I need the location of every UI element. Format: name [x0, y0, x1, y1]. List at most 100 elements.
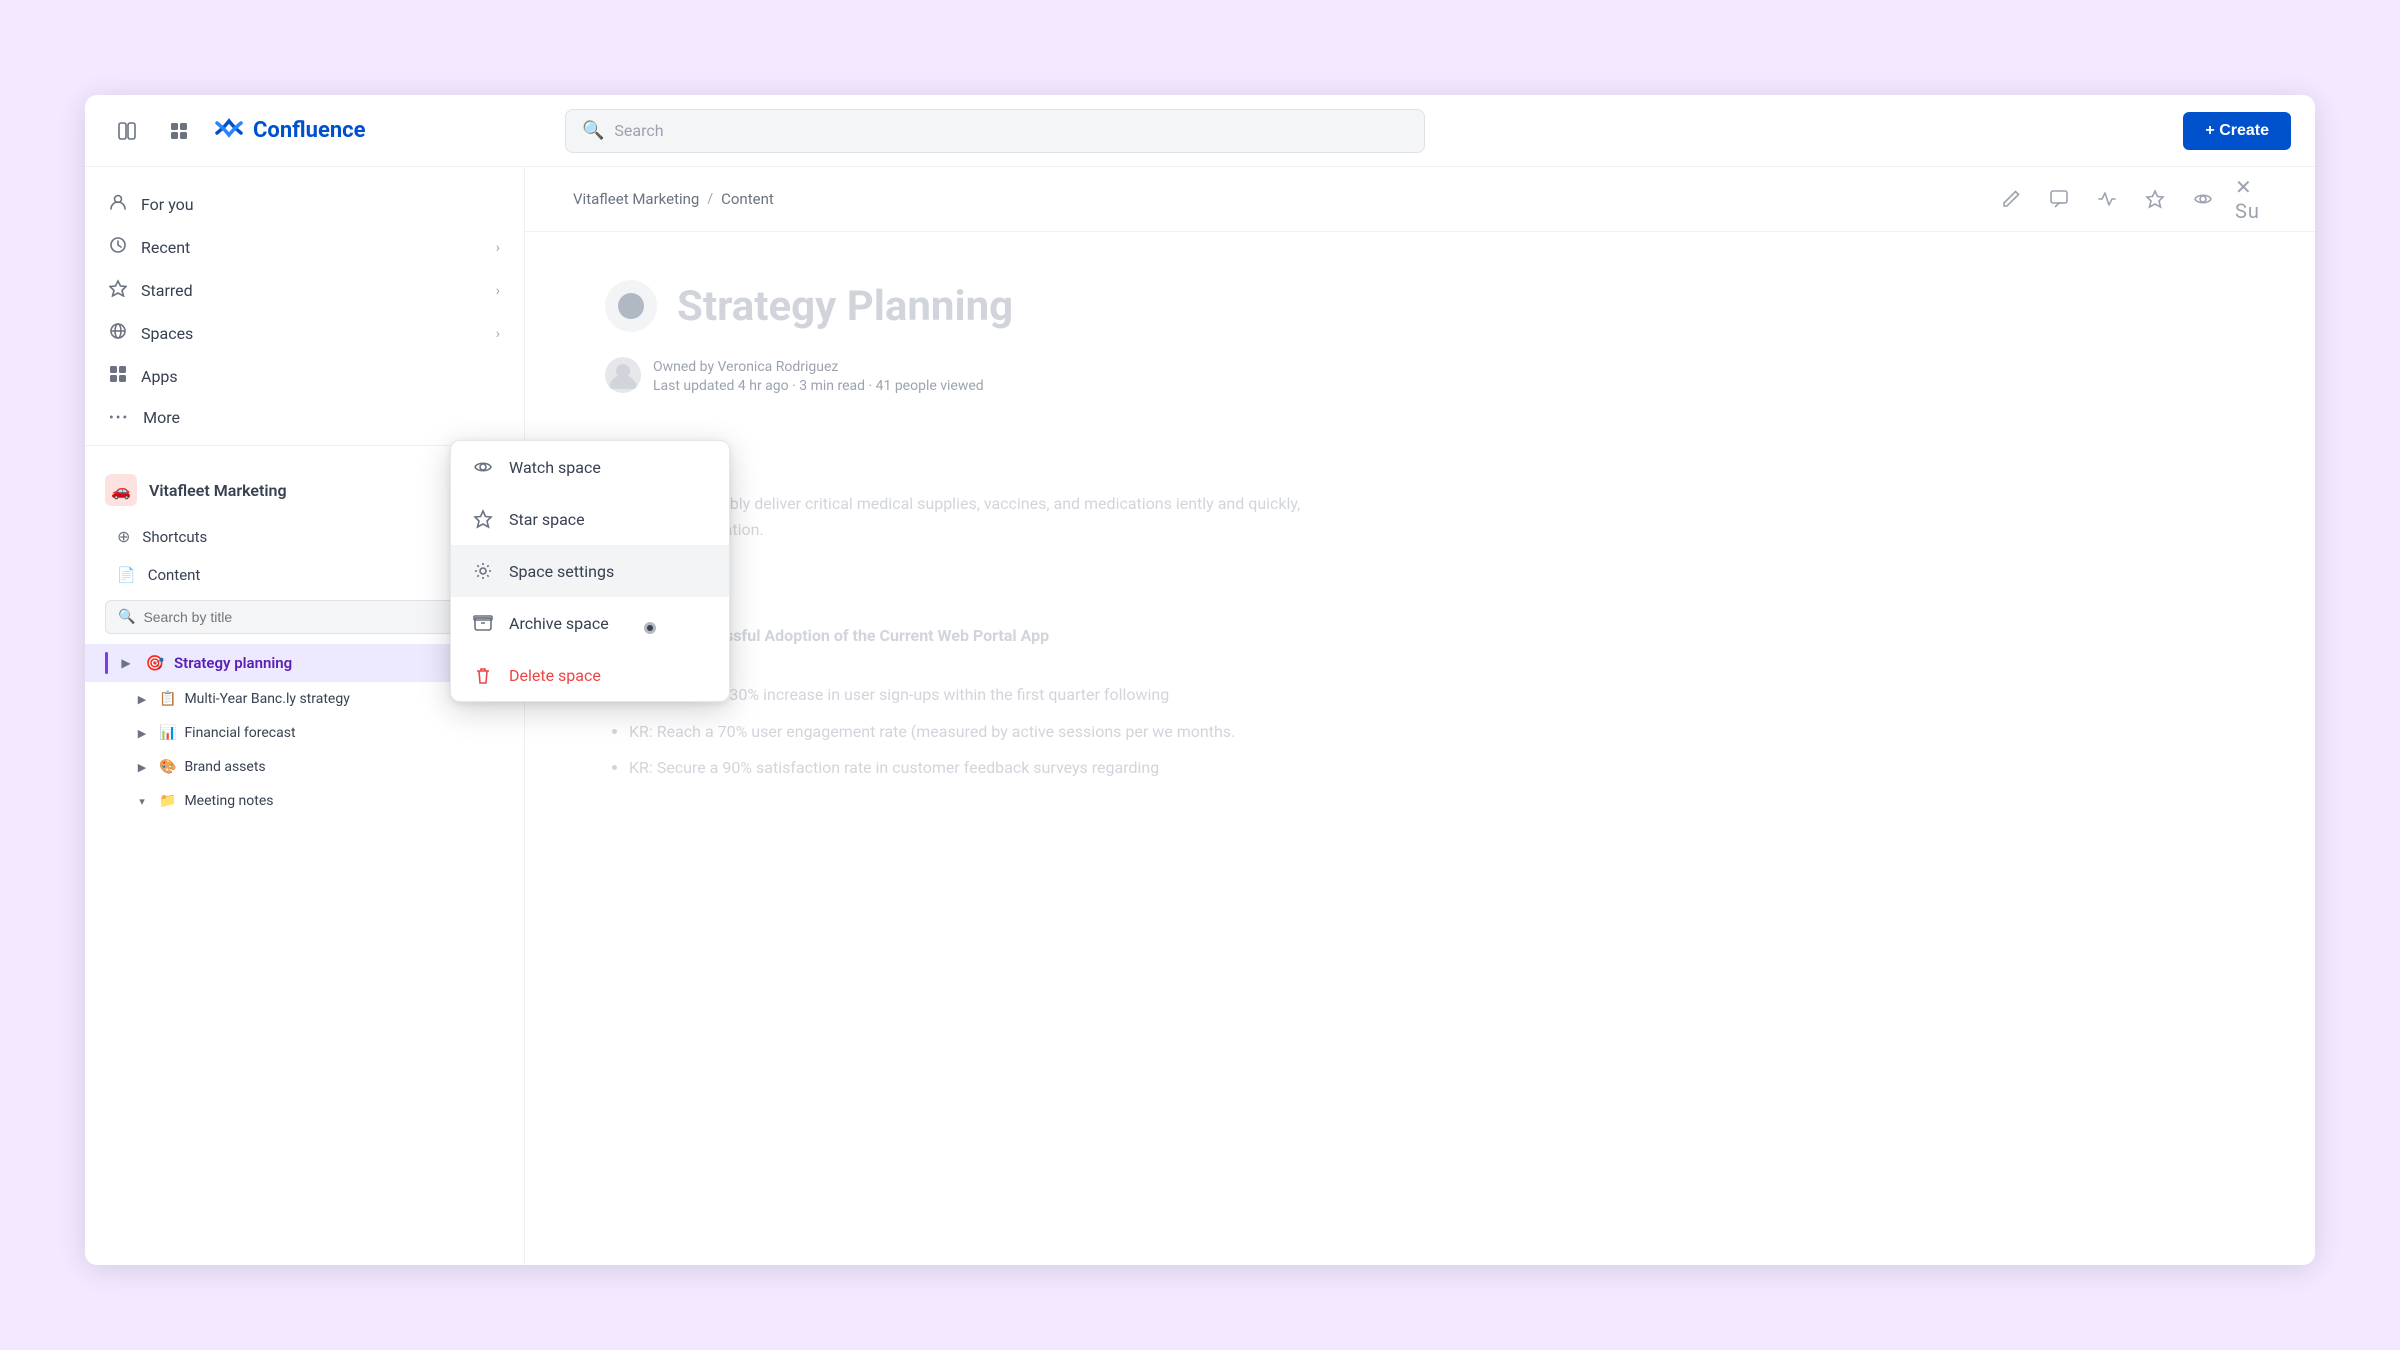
more-icon: •••: [109, 410, 129, 426]
goal-item-1: KR: Achieve a 30% increase in user sign-…: [629, 681, 1345, 710]
sidebar-item-for-you[interactable]: For you: [85, 183, 524, 226]
settings-icon: [471, 559, 495, 583]
expand-brand[interactable]: ▶: [133, 758, 151, 776]
tree-item-meeting-notes[interactable]: ▾ 📁 Meeting notes: [85, 784, 524, 818]
search-input[interactable]: Search: [614, 121, 663, 140]
more-options-button[interactable]: ✕ Su: [2235, 183, 2267, 215]
comment-button[interactable]: [2043, 183, 2075, 215]
expand-meeting[interactable]: ▾: [133, 792, 151, 810]
page-title: Strategy Planning: [677, 282, 1013, 331]
sidebar-item-recent[interactable]: Recent ›: [85, 226, 524, 269]
breadcrumb-separator: /: [707, 191, 713, 207]
breadcrumb-bar: Vitafleet Marketing / Content: [525, 167, 2315, 232]
starred-chevron: ›: [496, 283, 500, 299]
breadcrumb-space[interactable]: Vitafleet Marketing: [573, 190, 699, 208]
shortcuts-label: Shortcuts: [142, 528, 207, 546]
space-settings-item[interactable]: Space settings: [451, 545, 729, 597]
topbar-left: Confluence: [109, 111, 549, 150]
star-icon: [471, 507, 495, 531]
breadcrumb-content[interactable]: Content: [721, 190, 774, 208]
logo: Confluence: [213, 111, 366, 150]
meeting-notes-label: Meeting notes: [184, 793, 273, 809]
search-bar[interactable]: 🔍 Search: [565, 109, 1425, 153]
title-search-icon: 🔍: [118, 609, 135, 625]
multi-year-label: Multi-Year Banc.ly strategy: [184, 691, 349, 707]
sidebar-item-apps-label: Apps: [141, 367, 178, 386]
multi-year-icon: 📋: [159, 691, 176, 707]
page-updated: Last updated 4 hr ago · 3 min read · 41 …: [653, 378, 984, 394]
sidebar: For you Recent › Starred: [85, 167, 525, 1265]
star-space-item[interactable]: Star space: [451, 493, 729, 545]
delete-space-label: Delete space: [509, 666, 601, 685]
sidebar-item-starred-label: Starred: [141, 281, 193, 300]
active-indicator: [105, 652, 108, 674]
starred-icon: [109, 279, 127, 302]
sidebar-item-apps[interactable]: Apps: [85, 355, 524, 398]
confluence-icon: [213, 111, 245, 150]
expand-financial[interactable]: ▶: [133, 724, 151, 742]
sidebar-item-for-you-label: For you: [141, 195, 194, 214]
search-icon: 🔍: [582, 120, 604, 141]
spaces-icon: [109, 322, 127, 345]
recent-chevron: ›: [496, 240, 500, 256]
topbar: Confluence 🔍 Search + Create: [85, 95, 2315, 167]
shortcuts-icon: ⊕: [117, 527, 130, 546]
goal-item-3: KR: Secure a 90% satisfaction rate in cu…: [629, 754, 1345, 783]
star-space-label: Star space: [509, 510, 585, 529]
archive-space-label: Archive space: [509, 614, 609, 633]
watch-space-label: Watch space: [509, 458, 601, 477]
tree-item-brand-assets[interactable]: ▶ 🎨 Brand assets: [85, 750, 524, 784]
content-label: Content: [148, 566, 201, 584]
expand-multi-year[interactable]: ▶: [133, 690, 151, 708]
watch-button[interactable]: [2187, 183, 2219, 215]
space-name: Vitafleet Marketing: [149, 481, 287, 500]
breadcrumb-actions: ✕ Su: [1995, 183, 2267, 215]
sidebar-item-spaces-label: Spaces: [141, 324, 193, 343]
delete-space-item[interactable]: Delete space: [451, 649, 729, 701]
sidebar-item-more-label: More: [143, 408, 180, 427]
body: For you Recent › Starred: [85, 167, 2315, 1265]
expand-strategy[interactable]: ▶: [116, 653, 136, 673]
space-settings-label: Space settings: [509, 562, 614, 581]
activity-button[interactable]: [2091, 183, 2123, 215]
title-search-bar[interactable]: 🔍: [105, 600, 504, 634]
financial-forecast-label: Financial forecast: [184, 725, 295, 741]
sidebar-item-spaces[interactable]: Spaces ›: [85, 312, 524, 355]
meeting-icon: 📁: [159, 793, 176, 809]
watch-space-item[interactable]: Watch space: [451, 441, 729, 493]
archive-space-item[interactable]: Archive space: [451, 597, 729, 649]
context-dropdown-menu: Watch space Star space Space settings Ar…: [450, 440, 730, 702]
tree-item-financial-forecast[interactable]: ▶ 📊 Financial forecast: [85, 716, 524, 750]
app-container: Confluence 🔍 Search + Create For you: [85, 95, 2315, 1265]
content-icon: 📄: [117, 566, 136, 584]
sidebar-item-recent-label: Recent: [141, 238, 190, 257]
goal-item-2: KR: Reach a 70% user engagement rate (me…: [629, 718, 1345, 747]
page-title-row: Strategy Planning: [605, 280, 1345, 332]
author-name: Owned by Veronica Rodriguez: [653, 359, 838, 375]
watch-icon: [471, 455, 495, 479]
sidebar-item-more[interactable]: ••• More: [85, 398, 524, 437]
main-content: Vitafleet Marketing / Content: [525, 167, 2315, 1265]
brand-icon: 🎨: [159, 759, 176, 775]
title-search-input[interactable]: [143, 609, 491, 625]
archive-icon: [471, 611, 495, 635]
sidebar-toggle-button[interactable]: [109, 113, 145, 149]
author-avatar: [605, 357, 641, 393]
edit-button[interactable]: [1995, 183, 2027, 215]
page-meta: Owned by Veronica Rodriguez Last updated…: [605, 356, 1345, 394]
for-you-icon: [109, 193, 127, 216]
grid-view-button[interactable]: [161, 113, 197, 149]
app-title: Confluence: [253, 118, 366, 143]
spaces-chevron: ›: [496, 326, 500, 342]
apps-icon: [109, 365, 127, 388]
recent-icon: [109, 236, 127, 259]
page-meta-text: Owned by Veronica Rodriguez Last updated…: [653, 356, 984, 394]
star-button[interactable]: [2139, 183, 2171, 215]
create-button[interactable]: + Create: [2183, 112, 2291, 150]
strategy-icon: 🎯: [144, 652, 166, 674]
brand-assets-label: Brand assets: [184, 759, 265, 775]
financial-icon: 📊: [159, 725, 176, 741]
space-icon: 🚗: [105, 474, 137, 506]
delete-icon: [471, 663, 495, 687]
sidebar-item-starred[interactable]: Starred ›: [85, 269, 524, 312]
